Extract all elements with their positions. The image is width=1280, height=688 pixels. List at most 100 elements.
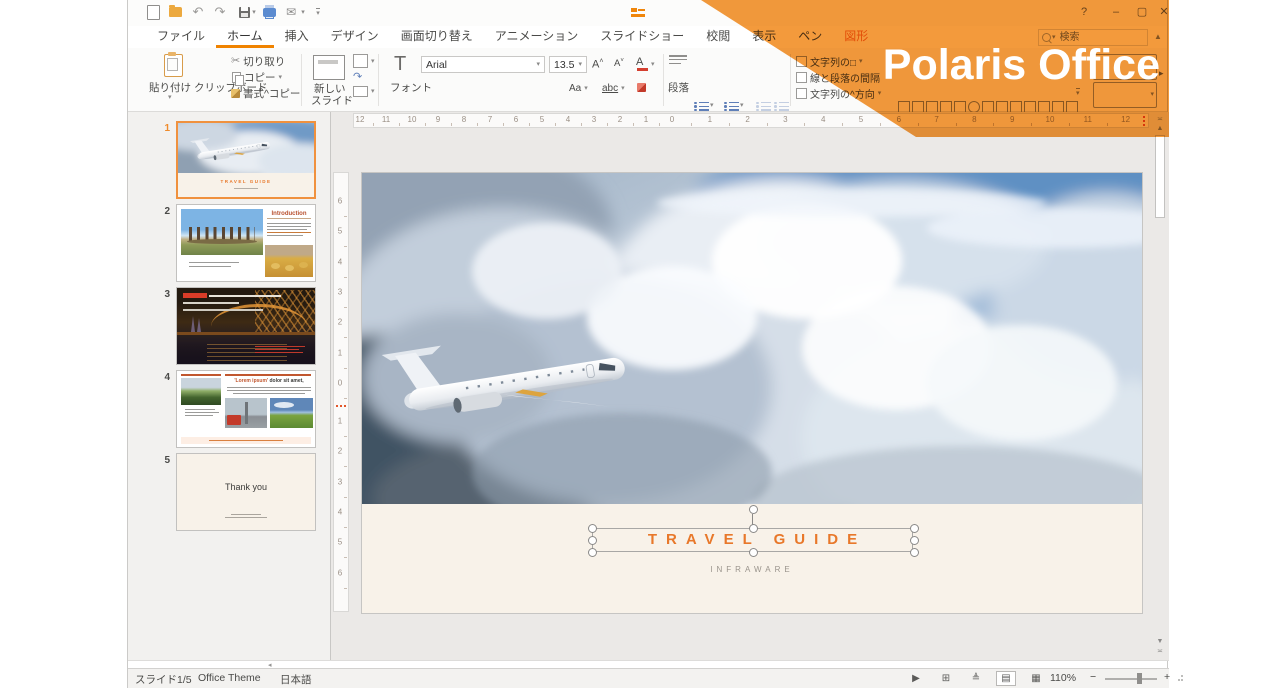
- change-case-button[interactable]: Aa▾: [569, 83, 588, 94]
- paste-button[interactable]: 貼り付け: [149, 80, 191, 95]
- slide-thumbnail-2[interactable]: Introduction: [176, 204, 316, 282]
- menu-tab-transition[interactable]: 画面切り替え: [390, 26, 484, 48]
- language-indicator[interactable]: 日本語: [280, 672, 312, 687]
- new-slide-button-line2[interactable]: スライド: [311, 93, 353, 108]
- slide-thumbnail-3[interactable]: [176, 287, 316, 365]
- selection-handle-s[interactable]: [749, 548, 758, 557]
- slide-number: 4: [152, 372, 170, 383]
- menu-tab-design[interactable]: デザイン: [320, 26, 390, 48]
- slideshow-view-button[interactable]: ▶: [906, 671, 926, 686]
- vertical-scrollbar[interactable]: ≍ ▲ ▼ ≍: [1154, 112, 1166, 660]
- clear-format-icon: [637, 83, 646, 92]
- thumb4-street-photo: [225, 398, 267, 428]
- scroll-down-arrow[interactable]: ▼: [1154, 638, 1166, 646]
- ruler-number: 5: [859, 115, 863, 124]
- print-icon: [263, 8, 276, 17]
- zoom-slider[interactable]: [1105, 678, 1157, 680]
- selection-handle-w[interactable]: [588, 536, 597, 545]
- font-name-combo[interactable]: Arial▾: [421, 56, 545, 73]
- selection-handle-nw[interactable]: [588, 524, 597, 533]
- selection-handle-ne[interactable]: [910, 524, 919, 533]
- selection-handle-e[interactable]: [910, 536, 919, 545]
- redo-button[interactable]: ↷: [211, 4, 229, 20]
- slide-thumbnail-5[interactable]: Thank you: [176, 453, 316, 531]
- subtitle-text[interactable]: INFRAWARE: [362, 565, 1142, 574]
- slide-number: 2: [152, 206, 170, 217]
- zoom-in-button[interactable]: +: [1164, 671, 1170, 683]
- section-icon: [353, 86, 368, 97]
- format-painter-button[interactable]: 書式^コピー: [231, 86, 300, 101]
- menu-tab-file[interactable]: ファイル: [146, 26, 216, 48]
- font-color-dropdown[interactable]: ▾: [651, 61, 655, 68]
- cut-button[interactable]: ✂切り取り: [231, 54, 285, 69]
- ruler-tick: [581, 123, 582, 126]
- slide-thumbnail-1[interactable]: TRAVEL GUIDE: [176, 121, 316, 199]
- ruler-tick: [633, 123, 634, 126]
- next-slide-button[interactable]: ≍: [1154, 648, 1166, 656]
- redo-icon: ↷: [215, 4, 226, 20]
- ruler-tick: [344, 497, 347, 498]
- increase-font-button[interactable]: A˄: [592, 58, 603, 71]
- selection-handle-se[interactable]: [910, 548, 919, 557]
- ruler-number: 2: [618, 115, 622, 124]
- selection-handle-n[interactable]: [749, 524, 758, 533]
- print-button[interactable]: [260, 4, 278, 20]
- ruler-tick: [555, 123, 556, 126]
- thumb2-heading: Introduction: [267, 211, 311, 219]
- ribbon-divider: [663, 54, 664, 106]
- font-color-button[interactable]: A: [636, 56, 649, 71]
- zoom-slider-thumb[interactable]: [1137, 673, 1142, 684]
- menu-tab-home[interactable]: ホーム: [216, 26, 274, 48]
- menu-tab-animation[interactable]: アニメーション: [484, 26, 590, 48]
- ruler-number: 4: [334, 508, 346, 517]
- slide-editing-area[interactable]: TRAVEL GUIDE INFRAWARE: [361, 172, 1143, 614]
- outline-view-button[interactable]: ≜: [966, 671, 986, 686]
- paste-dropdown[interactable]: ▾: [168, 94, 172, 101]
- grid-view-button[interactable]: ▦: [1026, 671, 1046, 686]
- ruler-number: 3: [592, 115, 596, 124]
- ribbon-divider: [378, 54, 379, 106]
- zoom-out-button[interactable]: −: [1090, 671, 1096, 683]
- rotation-handle[interactable]: [749, 505, 758, 514]
- menu-tab-slideshow[interactable]: スライドショー: [589, 26, 695, 48]
- section-button[interactable]: ▾: [353, 86, 375, 97]
- copy-button[interactable]: コピー ▾: [232, 70, 282, 85]
- save-dropdown[interactable]: ▾: [249, 4, 259, 20]
- ruler-tick: [842, 123, 843, 126]
- ruler-number: 5: [334, 227, 346, 236]
- decrease-font-button[interactable]: A˅: [614, 58, 624, 69]
- new-document-icon: [147, 5, 160, 20]
- thumb2-field-photo: [265, 245, 313, 277]
- thumb4-forest-photo: [181, 378, 221, 405]
- scrollbar-thumb[interactable]: [1155, 135, 1165, 218]
- clear-format-button[interactable]: [637, 83, 646, 92]
- ribbon-divider: [790, 54, 791, 106]
- paste-icon: [164, 54, 183, 77]
- zoom-value: 110%: [1050, 672, 1076, 684]
- sorter-view-button[interactable]: ⊞: [936, 671, 956, 686]
- ruler-number: 1: [334, 348, 346, 357]
- ruler-tick: [477, 123, 478, 126]
- ruler-tick: [729, 123, 730, 126]
- menu-tab-review[interactable]: 校閲: [695, 26, 741, 48]
- layout-icon: [353, 54, 368, 68]
- slide-layout-button[interactable]: ▾: [353, 54, 375, 68]
- thumb1-title: TRAVEL GUIDE: [178, 179, 314, 184]
- ruler-tick: [767, 123, 768, 126]
- quick-access-options-button[interactable]: ▾: [312, 4, 324, 20]
- resize-grip[interactable]: [1175, 675, 1183, 683]
- font-size-combo[interactable]: 13.5▾: [549, 56, 587, 73]
- reset-slide-button[interactable]: ↷: [353, 70, 362, 83]
- slide-thumbnail-4[interactable]: 'Lorem ipsum' dolor sit amet,: [176, 370, 316, 448]
- selection-handle-sw[interactable]: [588, 548, 597, 557]
- mail-dropdown[interactable]: ▾: [298, 4, 308, 20]
- theme-indicator[interactable]: Office Theme: [198, 672, 261, 684]
- char-spacing-button[interactable]: abc▾: [602, 83, 625, 94]
- new-document-button[interactable]: [144, 4, 162, 20]
- ruler-number: 1: [708, 115, 712, 124]
- open-button[interactable]: [166, 4, 184, 20]
- ruler-number: 9: [436, 115, 440, 124]
- normal-view-button[interactable]: ▤: [996, 671, 1016, 686]
- menu-tab-insert[interactable]: 挿入: [274, 26, 320, 48]
- undo-button[interactable]: ↶: [189, 4, 207, 20]
